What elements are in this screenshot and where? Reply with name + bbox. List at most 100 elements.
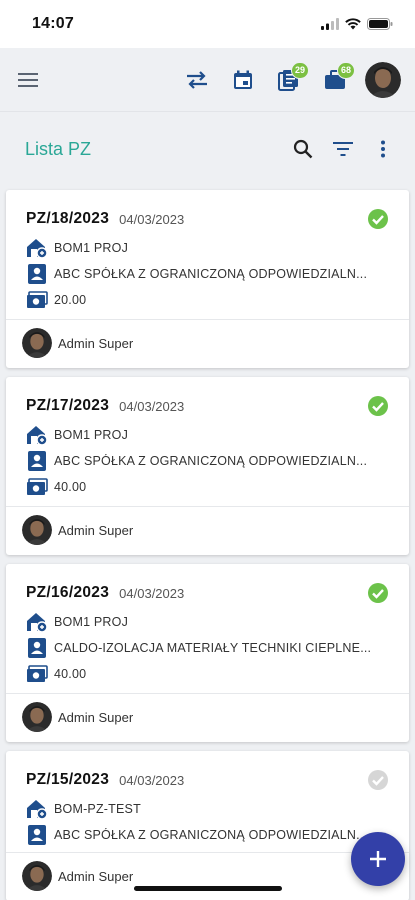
filter-button[interactable]	[325, 131, 361, 167]
warehouse-row: BOM1 PROJ	[26, 237, 389, 259]
warehouse-row: BOM1 PROJ	[26, 424, 389, 446]
document-amount: 20.00	[54, 293, 87, 307]
orders-badge: 68	[336, 61, 355, 79]
document-card[interactable]: PZ/17/2023 04/03/2023 BOM1 PROJ ABC SPÓŁ…	[6, 377, 409, 555]
card-body: PZ/17/2023 04/03/2023 BOM1 PROJ ABC SPÓŁ…	[6, 377, 409, 507]
user-avatar-header[interactable]	[365, 61, 401, 98]
check-circle-icon	[368, 209, 388, 229]
warehouse-icon	[26, 798, 48, 820]
document-card[interactable]: PZ/18/2023 04/03/2023 BOM1 PROJ ABC SPÓŁ…	[6, 190, 409, 368]
avatar	[22, 861, 52, 891]
card-footer: Admin Super	[6, 694, 409, 740]
status-time: 14:07	[32, 15, 74, 32]
status-bar: 14:07	[0, 0, 415, 48]
card-header: PZ/17/2023 04/03/2023	[26, 394, 389, 418]
contractor-name: ABC SPÓŁKA Z OGRANICZONĄ ODPOWIEDZIALN..…	[54, 454, 368, 468]
documents-button[interactable]: 29	[269, 60, 309, 100]
home-indicator	[134, 886, 282, 891]
contractor-icon	[26, 263, 48, 285]
document-number: PZ/17/2023	[26, 397, 110, 414]
document-date: 04/03/2023	[119, 398, 185, 414]
check-circle-icon	[368, 770, 388, 790]
calendar-icon	[234, 70, 252, 89]
page-title: Lista PZ	[25, 138, 92, 159]
money-icon	[26, 476, 48, 498]
money-icon	[26, 663, 48, 685]
amount-row: 40.00	[26, 663, 389, 685]
warehouse-row: BOM1 PROJ	[26, 611, 389, 633]
card-header: PZ/16/2023 04/03/2023	[26, 581, 389, 605]
card-footer: Admin Super	[6, 320, 409, 366]
search-button[interactable]	[285, 131, 321, 167]
battery-icon	[367, 18, 393, 30]
warehouse-row: BOM-PZ-TEST	[26, 798, 389, 820]
user-name: Admin Super	[58, 709, 134, 725]
document-date: 04/03/2023	[119, 211, 185, 227]
warehouse-icon	[26, 424, 48, 446]
avatar	[22, 702, 52, 732]
document-date: 04/03/2023	[119, 585, 185, 601]
card-header: PZ/15/2023 04/03/2023	[26, 768, 389, 792]
more-vert-icon	[381, 140, 385, 158]
status-icons	[321, 18, 393, 30]
contractor-row: ABC SPÓŁKA Z OGRANICZONĄ ODPOWIEDZIALN..…	[26, 450, 389, 472]
warehouse-icon	[26, 611, 48, 633]
contractor-icon	[26, 637, 48, 659]
warehouse-name: BOM-PZ-TEST	[54, 802, 141, 816]
check-circle-icon	[368, 396, 388, 416]
contractor-row: ABC SPÓŁKA Z OGRANICZONĄ ODPOWIEDZIALN..…	[26, 263, 389, 285]
add-document-button[interactable]	[351, 832, 405, 886]
avatar-icon	[22, 515, 52, 545]
amount-row: 20.00	[26, 289, 389, 311]
more-options-button[interactable]	[365, 131, 401, 167]
warehouse-icon	[26, 237, 48, 259]
warehouse-name: BOM1 PROJ	[54, 615, 129, 629]
wifi-icon	[345, 18, 361, 30]
amount-row: 40.00	[26, 476, 389, 498]
avatar-icon	[22, 702, 52, 732]
card-body: PZ/18/2023 04/03/2023 BOM1 PROJ ABC SPÓŁ…	[6, 190, 409, 320]
card-footer: Admin Super	[6, 853, 409, 899]
document-amount: 40.00	[54, 480, 87, 494]
avatar-icon	[22, 328, 52, 358]
document-date: 04/03/2023	[119, 772, 185, 788]
user-name: Admin Super	[58, 522, 134, 538]
document-number: PZ/16/2023	[26, 584, 110, 601]
documents-badge: 29	[290, 61, 309, 79]
contractor-icon	[26, 824, 48, 846]
avatar-icon	[365, 61, 401, 98]
check-circle-icon	[368, 583, 388, 603]
card-footer: Admin Super	[6, 507, 409, 553]
contractor-icon	[26, 450, 48, 472]
swap-button[interactable]	[177, 60, 217, 100]
contractor-name: ABC SPÓŁKA Z OGRANICZONĄ ODPOWIEDZIALN..…	[54, 267, 368, 281]
calendar-button[interactable]	[223, 60, 263, 100]
search-icon	[293, 139, 313, 159]
document-number: PZ/18/2023	[26, 210, 110, 227]
warehouse-name: BOM1 PROJ	[54, 428, 129, 442]
plus-icon	[370, 851, 386, 867]
money-icon	[26, 289, 48, 311]
contractor-row: CALDO-IZOLACJA MATERIAŁY TECHNIKI CIEPLN…	[26, 637, 389, 659]
user-name: Admin Super	[58, 868, 134, 884]
warehouse-name: BOM1 PROJ	[54, 241, 129, 255]
avatar	[22, 515, 52, 545]
card-header: PZ/18/2023 04/03/2023	[26, 207, 389, 231]
document-card[interactable]: PZ/15/2023 04/03/2023 BOM-PZ-TEST ABC SP…	[6, 751, 409, 900]
user-name: Admin Super	[58, 335, 134, 351]
contractor-name: CALDO-IZOLACJA MATERIAŁY TECHNIKI CIEPLN…	[54, 641, 372, 655]
card-body: PZ/15/2023 04/03/2023 BOM-PZ-TEST ABC SP…	[6, 751, 409, 853]
app-bar: 29 68	[0, 48, 415, 112]
filter-icon	[333, 142, 353, 156]
document-number: PZ/15/2023	[26, 771, 110, 788]
document-amount: 40.00	[54, 667, 87, 681]
avatar	[22, 328, 52, 358]
contractor-row: ABC SPÓŁKA Z OGRANICZONĄ ODPOWIEDZIALN..…	[26, 824, 389, 846]
contractor-name: ABC SPÓŁKA Z OGRANICZONĄ ODPOWIEDZIALN..…	[54, 828, 368, 842]
card-body: PZ/16/2023 04/03/2023 BOM1 PROJ CALDO-IZ…	[6, 564, 409, 694]
document-card[interactable]: PZ/16/2023 04/03/2023 BOM1 PROJ CALDO-IZ…	[6, 564, 409, 742]
orders-button[interactable]: 68	[315, 60, 355, 100]
signal-icon	[321, 18, 339, 30]
page-header: Lista PZ	[0, 112, 415, 186]
menu-button[interactable]	[14, 66, 42, 94]
